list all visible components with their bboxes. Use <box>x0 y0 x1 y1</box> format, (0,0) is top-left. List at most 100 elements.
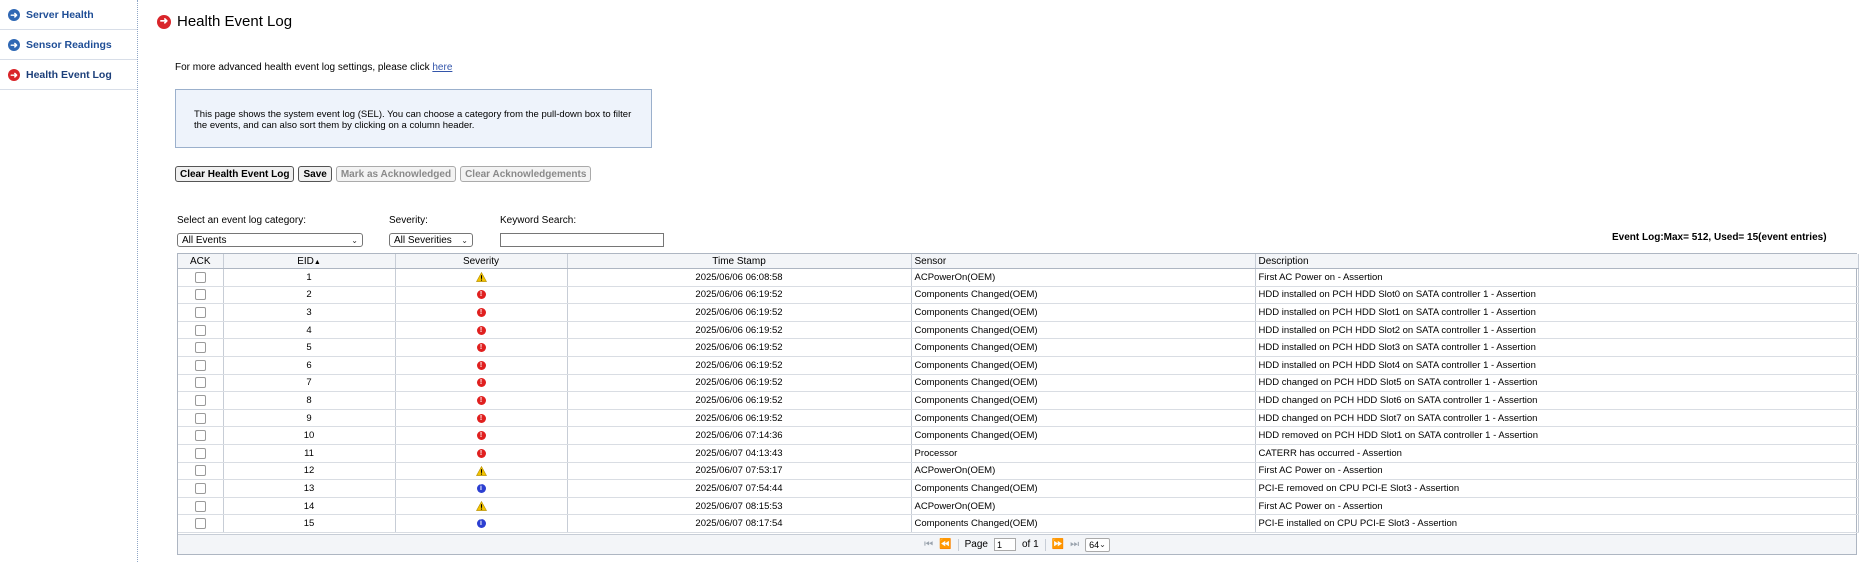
table-row[interactable]: 8! 2025/06/06 06:19:52 Components Changed(… <box>178 391 1859 410</box>
severity-cell: ! <box>395 321 568 340</box>
description-cell: First AC Power on - Assertion <box>1255 268 1859 287</box>
page-title: Health Event Log <box>177 13 293 30</box>
table-row[interactable]: 15 i 2025/06/07 08:17:54 Components Changed… <box>178 514 1859 533</box>
timestamp-cell: 2025/06/06 06:19:52 <box>567 374 912 393</box>
ack-checkbox[interactable] <box>194 359 206 371</box>
sidebar-item-label: Server Health <box>26 8 94 21</box>
clear-health-event-log-button[interactable]: Clear Health Event Log <box>175 166 295 182</box>
arrow-right-circle-icon: ➜ <box>8 68 20 81</box>
sidebar-item-server-health[interactable]: ➜ Server Health <box>0 0 137 30</box>
keyword-search-input[interactable] <box>500 233 664 247</box>
last-page-icon[interactable]: ⏭ <box>1070 539 1079 550</box>
ack-checkbox[interactable] <box>194 324 206 336</box>
column-header-sensor[interactable]: Sensor <box>911 254 1256 269</box>
severity-select[interactable]: All Severities ⌄ <box>389 233 473 247</box>
timestamp-cell: 2025/06/06 06:19:52 <box>567 338 912 357</box>
timestamp-cell: 2025/06/07 07:54:44 <box>567 479 912 498</box>
warning-icon <box>475 465 487 476</box>
sidebar-item-sensor-readings[interactable]: ➜ Sensor Readings <box>0 30 137 60</box>
sensor-cell: ACPowerOn(OEM) <box>911 497 1256 516</box>
ack-checkbox[interactable] <box>194 394 206 406</box>
ack-checkbox[interactable] <box>194 500 206 512</box>
error-icon: ! <box>476 395 486 405</box>
timestamp-cell: 2025/06/06 06:19:52 <box>567 409 912 428</box>
ack-checkbox[interactable] <box>194 430 206 442</box>
warning-icon <box>475 272 487 283</box>
table-row[interactable]: 6! 2025/06/06 06:19:52 Components Changed(… <box>178 356 1859 375</box>
previous-page-icon[interactable]: ⏪ <box>939 539 951 550</box>
ack-checkbox[interactable] <box>194 271 206 283</box>
page-number-input[interactable] <box>993 538 1016 551</box>
category-select-value: All Events <box>182 234 227 246</box>
table-row[interactable]: 9! 2025/06/06 06:19:52 Components Changed(… <box>178 409 1859 428</box>
sensor-cell: ACPowerOn(OEM) <box>911 268 1256 287</box>
keyword-search-label: Keyword Search: <box>500 215 577 226</box>
timestamp-cell: 2025/06/06 07:14:36 <box>567 426 912 445</box>
timestamp-cell: 2025/06/06 06:19:52 <box>567 303 912 322</box>
timestamp-cell: 2025/06/06 06:08:58 <box>567 268 912 287</box>
table-row[interactable]: 4! 2025/06/06 06:19:52 Components Changed(… <box>178 321 1859 340</box>
clear-acknowledgements-button[interactable]: Clear Acknowledgements <box>460 166 592 182</box>
ack-cell <box>178 426 224 445</box>
table-row[interactable]: 3! 2025/06/06 06:19:52 Components Changed(… <box>178 303 1859 322</box>
timestamp-cell: 2025/06/06 06:19:52 <box>567 321 912 340</box>
ack-checkbox[interactable] <box>194 342 206 354</box>
ack-checkbox[interactable] <box>194 447 206 459</box>
table-row[interactable]: 14 2025/06/07 08:15:53 ACPowerOn(OEM) First… <box>178 497 1859 516</box>
ack-checkbox[interactable] <box>194 482 206 494</box>
ack-cell <box>178 479 224 498</box>
column-header-eid[interactable]: EID▲ <box>223 254 396 269</box>
column-header-timestamp[interactable]: Time Stamp <box>567 254 912 269</box>
page-size-select[interactable]: 64 ⌄ <box>1085 537 1110 552</box>
table-row[interactable]: 5! 2025/06/06 06:19:52 Components Changed(… <box>178 338 1859 357</box>
description-cell: CATERR has occurred - Assertion <box>1255 444 1859 463</box>
mark-as-acknowledged-button[interactable]: Mark as Acknowledged <box>335 166 457 182</box>
table-row[interactable]: 13 i 2025/06/07 07:54:44 Components Changed… <box>178 479 1859 498</box>
table-row[interactable]: 11! 2025/06/07 04:13:43 Processor CATERR ha… <box>178 444 1859 463</box>
toolbar: Clear Health Event Log Save Mark as Ackn… <box>175 166 592 182</box>
first-page-icon[interactable]: ⏮ <box>924 539 933 550</box>
table-row[interactable]: 10! 2025/06/06 07:14:36 Components Changed… <box>178 426 1859 445</box>
next-page-icon[interactable]: ⏩ <box>1052 539 1064 550</box>
severity-cell: ! <box>395 338 568 357</box>
column-header-description[interactable]: Description <box>1255 254 1859 269</box>
description-cell: First AC Power on - Assertion <box>1255 497 1859 516</box>
sensor-cell: Components Changed(OEM) <box>911 426 1256 445</box>
page-label: Page <box>964 539 988 550</box>
table-row[interactable]: 7! 2025/06/06 06:19:52 Components Changed(… <box>178 374 1859 393</box>
eid-cell: 8 <box>223 391 396 410</box>
column-header-severity[interactable]: Severity <box>395 254 568 269</box>
pagination-bar: ⏮ ⏪ Page of 1 ⏩ ⏭ 64 ⌄ <box>178 534 1856 554</box>
timestamp-cell: 2025/06/07 04:13:43 <box>567 444 912 463</box>
ack-checkbox[interactable] <box>194 518 206 530</box>
ack-checkbox[interactable] <box>194 465 206 477</box>
category-label: Select an event log category: <box>177 215 306 226</box>
error-icon: ! <box>476 307 486 317</box>
main-content: ➜ Health Event Log For more advanced hea… <box>157 0 1860 562</box>
arrow-right-circle-icon: ➜ <box>157 14 171 29</box>
description-cell: HDD changed on PCH HDD Slot5 on SATA con… <box>1255 374 1859 393</box>
table-row[interactable]: 2! 2025/06/06 06:19:52 Components Changed(… <box>178 286 1859 305</box>
category-select[interactable]: All Events ⌄ <box>177 233 363 247</box>
advanced-settings-link[interactable]: here <box>432 62 452 73</box>
timestamp-cell: 2025/06/06 06:19:52 <box>567 286 912 305</box>
table-row[interactable]: 1 2025/06/06 06:08:58 ACPowerOn(OEM) First … <box>178 268 1859 287</box>
timestamp-cell: 2025/06/06 06:19:52 <box>567 391 912 410</box>
table-row[interactable]: 12 2025/06/07 07:53:17 ACPowerOn(OEM) First… <box>178 462 1859 481</box>
sidebar: ➜ Server Health ➜ Sensor Readings ➜ Heal… <box>0 0 138 562</box>
severity-cell: ! <box>395 391 568 410</box>
ack-cell <box>178 374 224 393</box>
column-header-ack[interactable]: ACK <box>178 254 224 269</box>
warning-icon <box>475 501 487 511</box>
ack-checkbox[interactable] <box>194 412 206 424</box>
sidebar-item-label: Sensor Readings <box>26 38 112 51</box>
timestamp-cell: 2025/06/07 08:17:54 <box>567 514 912 533</box>
save-button[interactable]: Save <box>298 166 332 182</box>
ack-checkbox[interactable] <box>194 289 206 301</box>
sidebar-item-health-event-log[interactable]: ➜ Health Event Log <box>0 60 137 90</box>
ack-cell <box>178 409 224 428</box>
info-icon: i <box>476 519 486 529</box>
ack-checkbox[interactable] <box>194 306 206 318</box>
ack-checkbox[interactable] <box>194 377 206 389</box>
description-cell: HDD changed on PCH HDD Slot7 on SATA con… <box>1255 409 1859 428</box>
